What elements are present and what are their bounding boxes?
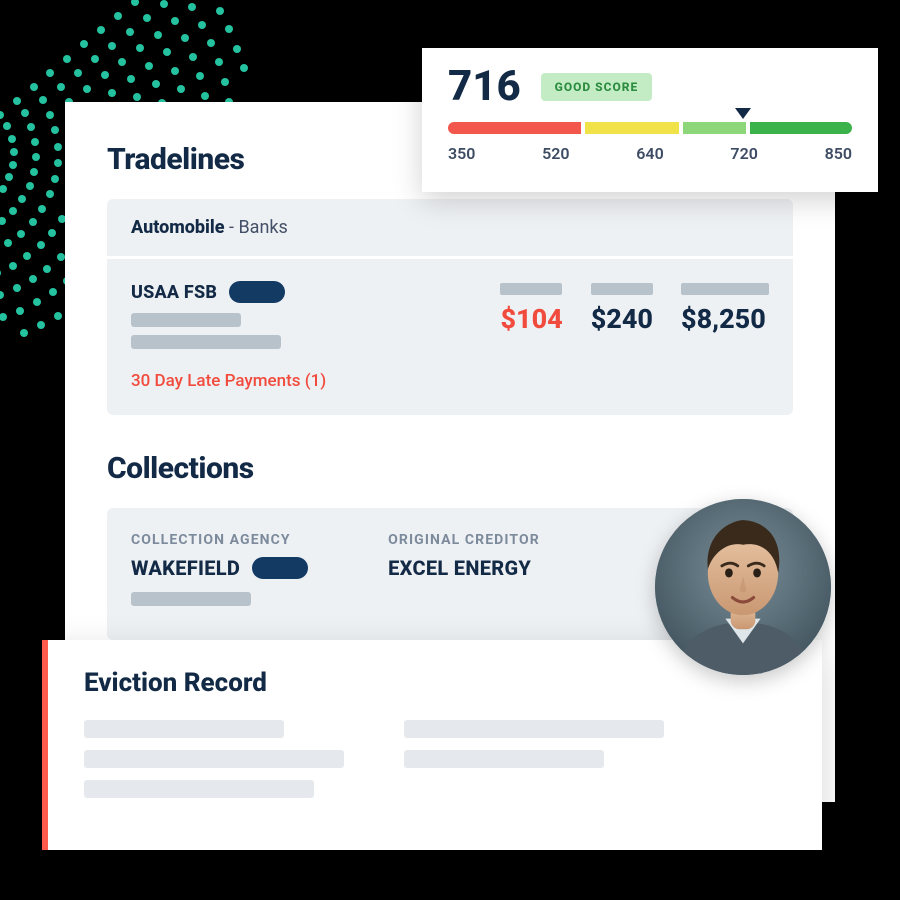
tradelines-panel: Automobile - Banks USAA FSB $104 <box>107 199 793 415</box>
tradeline-subcategory: - Banks <box>225 217 288 238</box>
gauge-segment-good <box>683 122 746 134</box>
credit-score-value: 716 <box>448 66 521 108</box>
tradeline-category: Automobile <box>131 217 225 238</box>
creditor-name: USAA FSB <box>131 282 217 303</box>
credit-score-badge: GOOD SCORE <box>541 73 653 101</box>
original-creditor-block: ORIGINAL CREDITOR EXCEL ENERGY <box>388 532 540 614</box>
skeleton-line <box>84 750 344 768</box>
eviction-heading: Eviction Record <box>84 668 786 698</box>
amount-value: $8,250 <box>681 303 766 335</box>
tradelines-panel-body: USAA FSB $104 $240 <box>107 259 793 415</box>
late-payments-text: 30 Day Late Payments (1) <box>131 371 769 391</box>
skeleton-line <box>131 592 251 606</box>
score-ticks: 350 520 640 720 850 <box>448 144 852 163</box>
avatar-placeholder-icon <box>655 499 831 675</box>
skeleton-line <box>404 720 664 738</box>
collection-agency-value: WAKEFIELD <box>131 556 240 580</box>
original-creditor-value: EXCEL ENERGY <box>388 556 540 580</box>
amount-value: $104 <box>500 303 562 335</box>
skeleton-line <box>131 313 241 327</box>
eviction-col-1 <box>84 720 344 798</box>
collection-agency-label: COLLECTION AGENCY <box>131 532 308 548</box>
tick-label: 640 <box>636 144 663 163</box>
skeleton-line <box>500 283 562 295</box>
amount-col-2: $240 <box>591 283 653 335</box>
profile-avatar <box>655 499 831 675</box>
tick-label: 720 <box>730 144 757 163</box>
collection-agency-block: COLLECTION AGENCY WAKEFIELD <box>131 532 308 614</box>
skeleton-line <box>591 283 653 295</box>
agency-pill <box>252 557 308 579</box>
gauge-segment-excellent <box>750 122 852 134</box>
score-gauge <box>448 122 852 134</box>
gauge-segment-fair <box>585 122 679 134</box>
skeleton-line <box>131 335 281 349</box>
tick-label: 520 <box>542 144 569 163</box>
skeleton-line <box>84 780 314 798</box>
original-creditor-label: ORIGINAL CREDITOR <box>388 532 540 548</box>
amount-col-1: $104 <box>500 283 562 335</box>
eviction-col-2 <box>404 720 664 798</box>
amount-col-3: $8,250 <box>681 283 769 335</box>
skeleton-line <box>84 720 284 738</box>
gauge-segment-poor <box>448 122 581 134</box>
collections-heading: Collections <box>107 451 793 486</box>
credit-score-card: 716 GOOD SCORE 350 520 640 720 850 <box>422 48 878 192</box>
creditor-pill <box>229 281 285 303</box>
skeleton-line <box>404 750 604 768</box>
tick-label: 350 <box>448 144 475 163</box>
skeleton-line <box>681 283 769 295</box>
creditor-block: USAA FSB <box>131 281 285 357</box>
amounts-row: $104 $240 $8,250 <box>500 281 769 335</box>
amount-value: $240 <box>591 303 653 335</box>
tradelines-panel-header: Automobile - Banks <box>107 199 793 259</box>
score-marker-icon <box>735 108 751 119</box>
eviction-record-card: Eviction Record <box>42 640 822 850</box>
tick-label: 850 <box>825 144 852 163</box>
